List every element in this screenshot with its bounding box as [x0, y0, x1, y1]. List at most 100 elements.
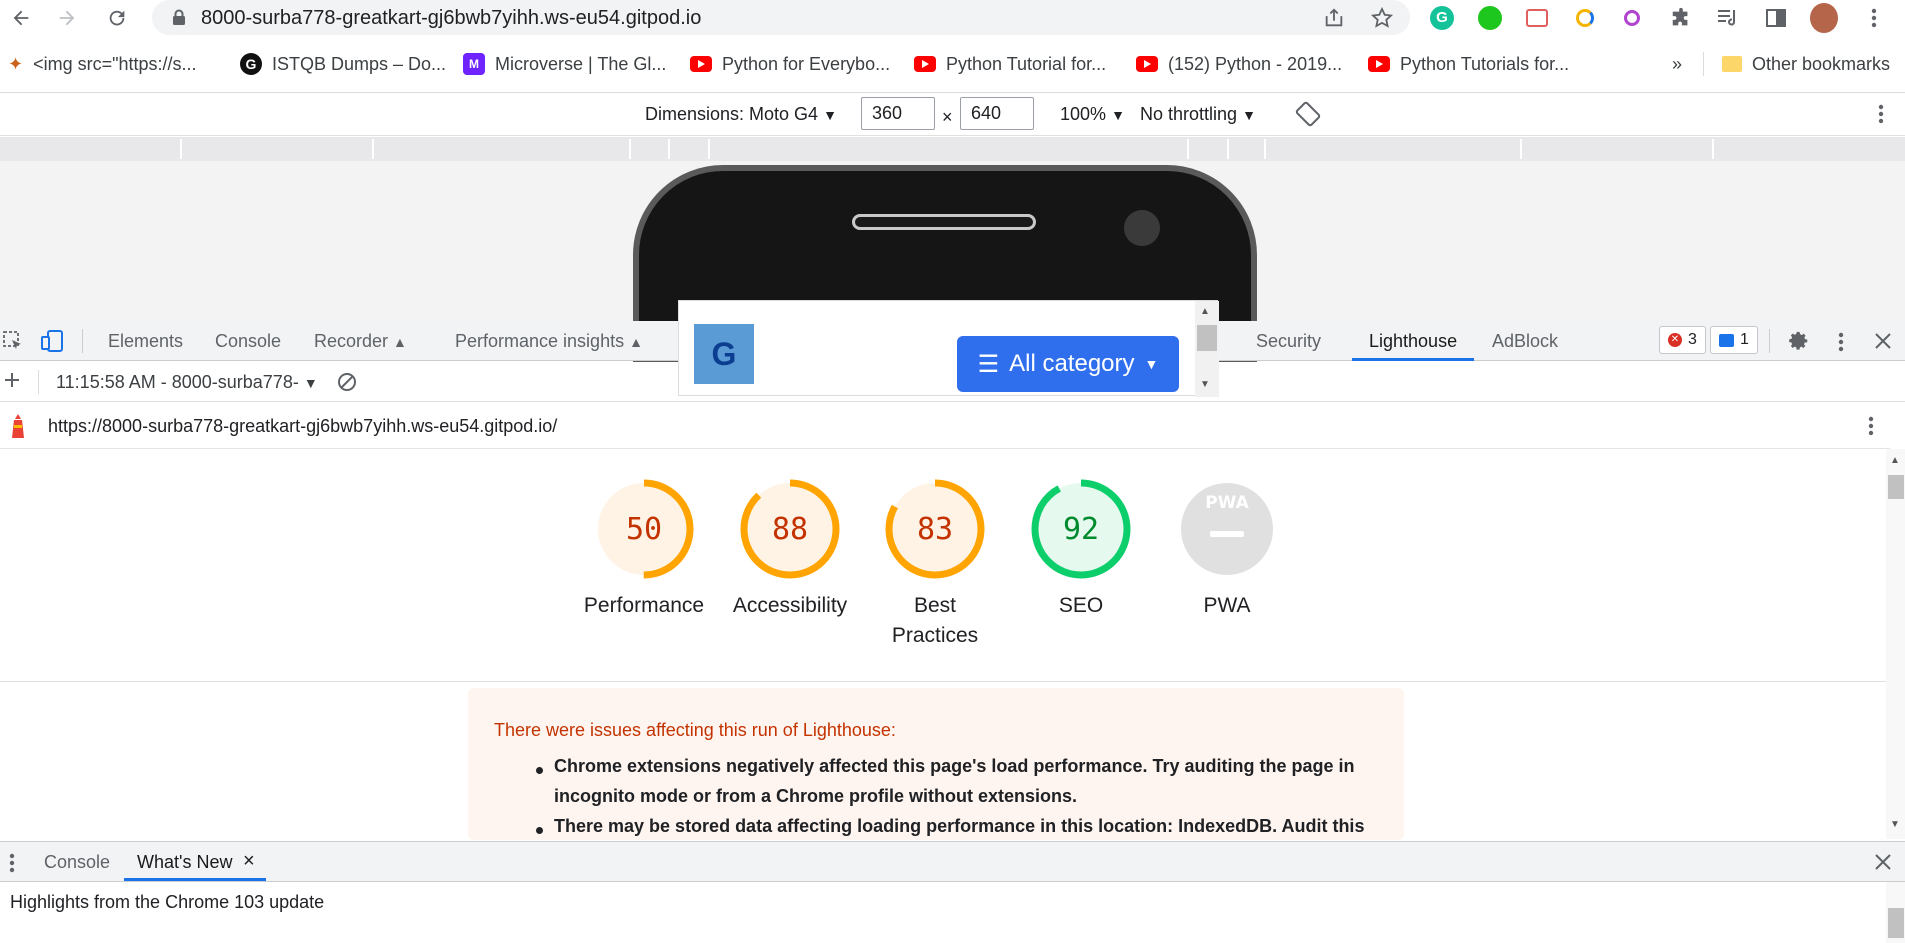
back-button[interactable] [7, 4, 35, 32]
score-gauge-performance[interactable]: 50 [594, 479, 694, 579]
grammarly-icon[interactable]: G [1428, 4, 1456, 32]
close-devtools-icon[interactable] [1874, 332, 1892, 350]
width-input[interactable]: 360 [861, 97, 935, 130]
drawer-tab-whats-new[interactable]: What's New [137, 852, 232, 873]
score-gauge-best-practices[interactable]: 83 [885, 479, 985, 579]
scrollbar-thumb[interactable] [1888, 475, 1904, 499]
dropdown-arrow-icon: ▼ [1111, 107, 1125, 123]
g-logo-icon: G [240, 53, 262, 75]
settings-gear-icon[interactable] [1788, 330, 1810, 352]
new-report-icon[interactable] [2, 370, 22, 390]
star-icon[interactable] [1370, 6, 1394, 30]
bookmark-item[interactable]: Python for Everybo... [690, 52, 890, 76]
score-gauge-pwa[interactable]: PWA [1177, 479, 1277, 579]
devtools-menu-icon[interactable] [1838, 331, 1844, 353]
bookmark-item[interactable]: ✦ <img src="https://s... [8, 52, 197, 76]
score-label-seo: SEO [1058, 594, 1104, 617]
report-url-row: https://8000-surba778-greatkart-gj6bwb7y… [0, 403, 1890, 449]
device-select[interactable]: Dimensions: Moto G4 ▼ [645, 104, 837, 125]
caret-down-icon: ▼ [1144, 356, 1159, 372]
close-drawer-icon[interactable] [1874, 853, 1892, 871]
folder-icon [1722, 56, 1742, 72]
score-value: 92 [1062, 512, 1100, 547]
forward-button[interactable] [53, 4, 81, 32]
bookmarks-bar: ✦ <img src="https://s... G ISTQB Dumps –… [0, 44, 1905, 84]
score-label-performance: Performance [583, 594, 705, 617]
broadcast-extension-icon[interactable] [1618, 4, 1646, 32]
zoom-select[interactable]: 100% ▼ [1060, 104, 1125, 125]
device-toolbar: Dimensions: Moto G4 ▼ 360 × 640 100% ▼ N… [0, 93, 1905, 136]
profile-avatar[interactable] [1810, 3, 1838, 33]
bird-icon: ✦ [8, 53, 24, 74]
address-bar-row: 8000-surba778-greatkart-gj6bwb7yihh.ws-e… [0, 0, 1905, 36]
warnings-panel: There were issues affecting this run of … [468, 688, 1404, 840]
thumbs-up-extension-icon[interactable] [1476, 4, 1504, 32]
active-tab-indicator [124, 878, 266, 881]
times-label: × [942, 107, 953, 127]
bookmark-item[interactable]: Python Tutorials for... [1368, 52, 1569, 76]
bookmarks-overflow-button[interactable]: » [1672, 52, 1682, 76]
bookmark-item[interactable]: (152) Python - 2019... [1136, 52, 1342, 76]
tab-console[interactable]: Console [215, 331, 281, 352]
reading-list-icon[interactable] [1714, 4, 1742, 32]
errors-badge[interactable]: ✕ 3 [1659, 326, 1706, 354]
rotate-icon [1295, 101, 1321, 127]
share-icon[interactable] [1323, 7, 1345, 29]
report-scrollbar[interactable]: ▲ ▼ [1886, 449, 1905, 839]
tab-adblock[interactable]: AdBlock [1492, 331, 1558, 352]
puzzle-icon[interactable] [1667, 4, 1695, 32]
device-toggle-icon[interactable] [40, 330, 64, 352]
tab-elements[interactable]: Elements [108, 331, 183, 352]
dropdown-arrow-icon: ▼ [303, 375, 318, 391]
translate-extension-icon[interactable] [1571, 4, 1599, 32]
report-menu-icon[interactable] [1868, 415, 1874, 437]
all-category-button[interactable]: ☰ All category ▼ [957, 336, 1179, 392]
youtube-icon [690, 56, 712, 72]
other-bookmarks[interactable]: Other bookmarks [1722, 52, 1890, 76]
side-panel-icon[interactable] [1762, 4, 1790, 32]
throttling-select[interactable]: No throttling ▼ [1140, 104, 1256, 125]
site-logo[interactable]: G [694, 324, 754, 384]
height-input[interactable]: 640 [960, 97, 1034, 130]
score-label-pwa: PWA [1203, 594, 1251, 617]
microverse-icon: M [463, 53, 485, 75]
drawer-menu-icon[interactable] [9, 852, 15, 874]
bookmark-item[interactable]: M Microverse | The Gl... [463, 52, 666, 76]
youtube-icon [914, 56, 936, 72]
tab-recorder[interactable]: Recorder ▲ [314, 331, 407, 352]
reload-icon [109, 10, 125, 26]
report-url[interactable]: https://8000-surba778-greatkart-gj6bwb7y… [48, 416, 557, 437]
whats-new-headline: Highlights from the Chrome 103 update [10, 892, 325, 912]
reload-button[interactable] [103, 4, 131, 32]
close-tab-icon[interactable]: × [243, 850, 255, 873]
device-toolbar-menu-icon[interactable] [1878, 103, 1884, 125]
arrow-right-icon [59, 10, 75, 26]
score-label-accessibility: Accessibility [732, 594, 848, 617]
clear-reports-icon[interactable] [337, 372, 357, 392]
chrome-menu-icon[interactable] [1860, 4, 1888, 32]
preview-scrollbar[interactable]: ▲ ▼ [1195, 301, 1219, 397]
inspect-element-icon[interactable] [2, 330, 24, 352]
tab-performance-insights[interactable]: Performance insights ▲ [455, 331, 643, 352]
report-select[interactable]: 11:15:58 AM - 8000-surba778- ▼ [56, 372, 318, 393]
cast-extension-icon[interactable] [1523, 4, 1551, 32]
tab-security[interactable]: Security [1256, 331, 1321, 352]
warnings-title: There were issues affecting this run of … [494, 720, 896, 740]
tab-lighthouse[interactable]: Lighthouse [1369, 331, 1457, 352]
messages-badge[interactable]: 1 [1710, 326, 1758, 354]
drawer-tab-console[interactable]: Console [44, 852, 110, 873]
lighthouse-logo-icon [8, 413, 28, 439]
menu-icon: ☰ [977, 350, 1000, 378]
drawer-scrollbar[interactable] [1886, 882, 1905, 943]
score-gauge-seo[interactable]: 92 [1031, 479, 1131, 579]
dropdown-arrow-icon: ▼ [823, 107, 837, 123]
rotate-button[interactable] [1295, 101, 1321, 127]
page-preview: G ☰ All category ▼ ▲ ▼ [678, 300, 1219, 397]
bookmark-item[interactable]: Python Tutorial for... [914, 52, 1106, 76]
media-query-ruler[interactable] [0, 137, 1905, 161]
youtube-icon [1136, 56, 1158, 72]
score-gauge-accessibility[interactable]: 88 [740, 479, 840, 579]
bookmark-item[interactable]: G ISTQB Dumps – Do... [240, 52, 446, 76]
divider [0, 681, 1890, 682]
omnibox[interactable]: 8000-surba778-greatkart-gj6bwb7yihh.ws-e… [152, 0, 1410, 35]
